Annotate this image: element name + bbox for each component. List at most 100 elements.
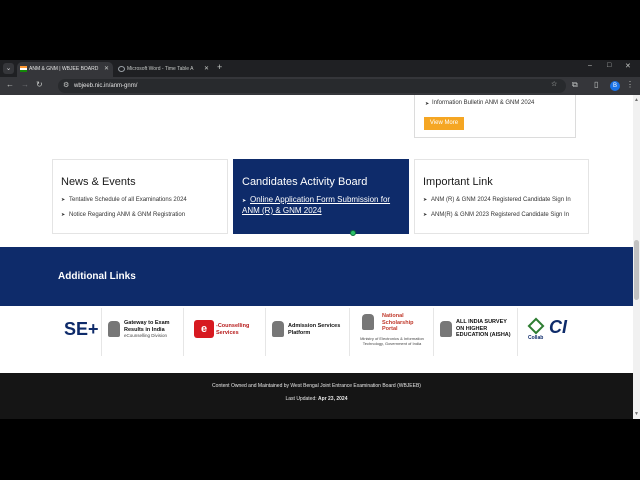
partner-logo-se[interactable]: SE+ (40, 308, 102, 356)
important-link-label: ANM(R) & GNM 2023 Registered Candidate S… (431, 212, 570, 218)
close-window-icon[interactable]: ✕ (625, 62, 631, 70)
address-bar[interactable]: ⚙ wbjeeb.nic.in/anm-gnm/ (58, 79, 566, 93)
tab-search-icon[interactable]: ⌄ (3, 63, 14, 74)
bullet-icon: ➤ (61, 197, 66, 203)
additional-links-band: Additional Links (0, 247, 633, 306)
view-more-button[interactable]: View More (424, 117, 464, 130)
logo-text: National Scholarship Portal (382, 313, 413, 333)
partner-logo-admission-services[interactable]: Admission Services Platform (266, 308, 350, 356)
footer: Content Owned and Maintained by West Ben… (0, 373, 633, 419)
logo-line: Results in India (124, 326, 165, 333)
logo-line: EDUCATION (AISHA) (456, 332, 511, 338)
logo-text: Gateway to Exam Results in India eCounsell… (124, 320, 170, 340)
logo-text: Collab (528, 335, 544, 341)
news-item[interactable]: ➤ Notice Regarding ANM & GNM Registration (61, 212, 185, 218)
logo-text: CI (549, 317, 567, 337)
logo-line: Platform (288, 329, 311, 336)
bullet-icon: ➤ (423, 197, 428, 203)
activity-title: Candidates Activity Board (242, 176, 368, 188)
important-link-item[interactable]: ➤ ANM (R) & GNM 2024 Registered Candidate… (423, 197, 571, 203)
logo-text: -Counselling Services (216, 323, 249, 336)
page-scrollbar[interactable]: ▲ ▼ (633, 95, 640, 419)
bullet-icon: ➤ (242, 198, 247, 204)
globe-icon (118, 66, 125, 72)
back-icon[interactable]: ← (6, 80, 14, 89)
logo-line: ALL INDIA SURVEY (456, 319, 507, 325)
url-text: wbjeeb.nic.in/anm-gnm/ (74, 83, 138, 89)
more-menu-icon[interactable]: ⋮ (626, 80, 634, 89)
ecounselling-icon: e (194, 320, 214, 338)
important-link-item[interactable]: ➤ ANM(R) & GNM 2023 Registered Candidate … (423, 212, 569, 218)
minimize-icon[interactable]: – (588, 62, 592, 69)
mouse-cursor (350, 230, 356, 236)
bookmark-star-icon[interactable]: ☆ (551, 80, 557, 88)
news-item-label: Tentative Schedule of all Examinations 2… (69, 197, 187, 203)
logo-line: Services (216, 329, 239, 336)
partner-logo-national-scholarship[interactable]: National Scholarship Portal Ministry of El… (350, 308, 434, 356)
news-item-label: Notice Regarding ANM & GNM Registration (69, 212, 186, 218)
tab-anm-gnm[interactable]: ANM & GNM | WBJEE BOARD ✕ (17, 62, 113, 77)
logo-line: Scholarship (382, 319, 414, 326)
bullet-icon: ➤ (425, 101, 430, 107)
bullet-icon: ➤ (61, 212, 66, 218)
national-emblem-icon (440, 321, 452, 337)
collab-icon (527, 317, 545, 335)
partner-logos-strip: SE+ Gateway to Exam Results in India eCoun… (0, 308, 633, 356)
partner-logo-aishe[interactable]: ALL INDIA SURVEY ON HIGHER EDUCATION (AISH… (434, 308, 518, 356)
logo-text: ALL INDIA SURVEY ON HIGHER EDUCATION (AISH… (456, 319, 511, 339)
partner-logo-ecounselling[interactable]: e -Counselling Services (184, 308, 266, 356)
web-page: ➤ Information Bulletin ANM & GNM 2024 Vi… (0, 95, 633, 419)
info-bulletin-link[interactable]: Information Bulletin ANM & GNM 2024 (432, 100, 534, 106)
india-flag-icon (20, 66, 27, 72)
news-title: News & Events (61, 176, 136, 188)
national-emblem-icon (272, 321, 284, 337)
logo-line: Gateway to Exam (124, 320, 170, 326)
tab-word-document[interactable]: Microsoft Word - Time Table A ✕ (115, 62, 213, 77)
last-updated-date: Apr 23, 2024 (318, 396, 348, 402)
news-item[interactable]: ➤ Tentative Schedule of all Examinations … (61, 197, 187, 203)
candidates-activity-card: Candidates Activity Board ➤ Online Applic… (233, 159, 409, 234)
browser-tab-bar: ⌄ ANM & GNM | WBJEE BOARD ✕ Microsoft Wo… (0, 60, 640, 77)
activity-link-label: Online Application Form Submission for A… (242, 195, 391, 215)
online-application-link[interactable]: ➤ Online Application Form Submission for … (242, 195, 402, 216)
logo-line: National (382, 313, 404, 319)
last-updated-label: Last Updated: (285, 396, 317, 402)
extensions-icon[interactable]: ⧉ (572, 80, 578, 90)
tab-title: ANM & GNM | WBJEE BOARD (29, 66, 99, 72)
scroll-thumb[interactable] (634, 240, 639, 300)
bullet-icon: ➤ (423, 212, 428, 218)
browser-toolbar: ← → ↻ ⚙ wbjeeb.nic.in/anm-gnm/ ☆ ⧉ ▯ B ⋮ (0, 77, 640, 95)
new-tab-button[interactable]: + (217, 62, 222, 72)
close-tab-icon[interactable]: ✕ (204, 62, 209, 77)
partner-logo-collab[interactable]: Collab CI (518, 308, 578, 356)
site-info-icon[interactable]: ⚙ (63, 81, 69, 89)
important-link-label: ANM (R) & GNM 2024 Registered Candidate … (431, 197, 571, 203)
important-link-card: Important Link ➤ ANM (R) & GNM 2024 Regis… (414, 159, 589, 234)
profile-avatar[interactable]: B (610, 81, 620, 91)
logo-line: Portal (382, 326, 398, 332)
forward-icon[interactable]: → (21, 80, 29, 89)
close-tab-icon[interactable]: ✕ (104, 62, 109, 77)
logo-text: SE+ (64, 319, 99, 339)
logo-line: ON HIGHER (456, 325, 488, 332)
national-emblem-icon (362, 314, 374, 330)
scroll-down-icon[interactable]: ▼ (634, 411, 639, 417)
news-events-card: News & Events ➤ Tentative Schedule of all… (52, 159, 228, 234)
side-panel-icon[interactable]: ▯ (594, 80, 598, 89)
logo-subline: eCounselling Division (124, 333, 168, 338)
national-emblem-icon (108, 321, 120, 337)
information-box: ➤ Information Bulletin ANM & GNM 2024 Vi… (414, 95, 576, 138)
footer-ownership: Content Owned and Maintained by West Ben… (212, 383, 421, 389)
reload-icon[interactable]: ↻ (36, 80, 43, 89)
maximize-icon[interactable]: □ (607, 62, 611, 69)
footer-last-updated: Last Updated: Apr 23, 2024 (0, 396, 633, 402)
important-title: Important Link (423, 176, 493, 188)
screen: ⌄ ANM & GNM | WBJEE BOARD ✕ Microsoft Wo… (0, 0, 640, 480)
logo-text: Admission Services Platform (288, 323, 340, 336)
scroll-up-icon[interactable]: ▲ (634, 97, 639, 103)
logo-line: Admission Services (288, 323, 341, 329)
tab-title: Microsoft Word - Time Table A (127, 66, 194, 72)
logo-line: -Counselling (216, 323, 250, 329)
partner-logo-gateway[interactable]: Gateway to Exam Results in India eCounsell… (102, 308, 184, 356)
additional-links-title: Additional Links (58, 271, 136, 282)
